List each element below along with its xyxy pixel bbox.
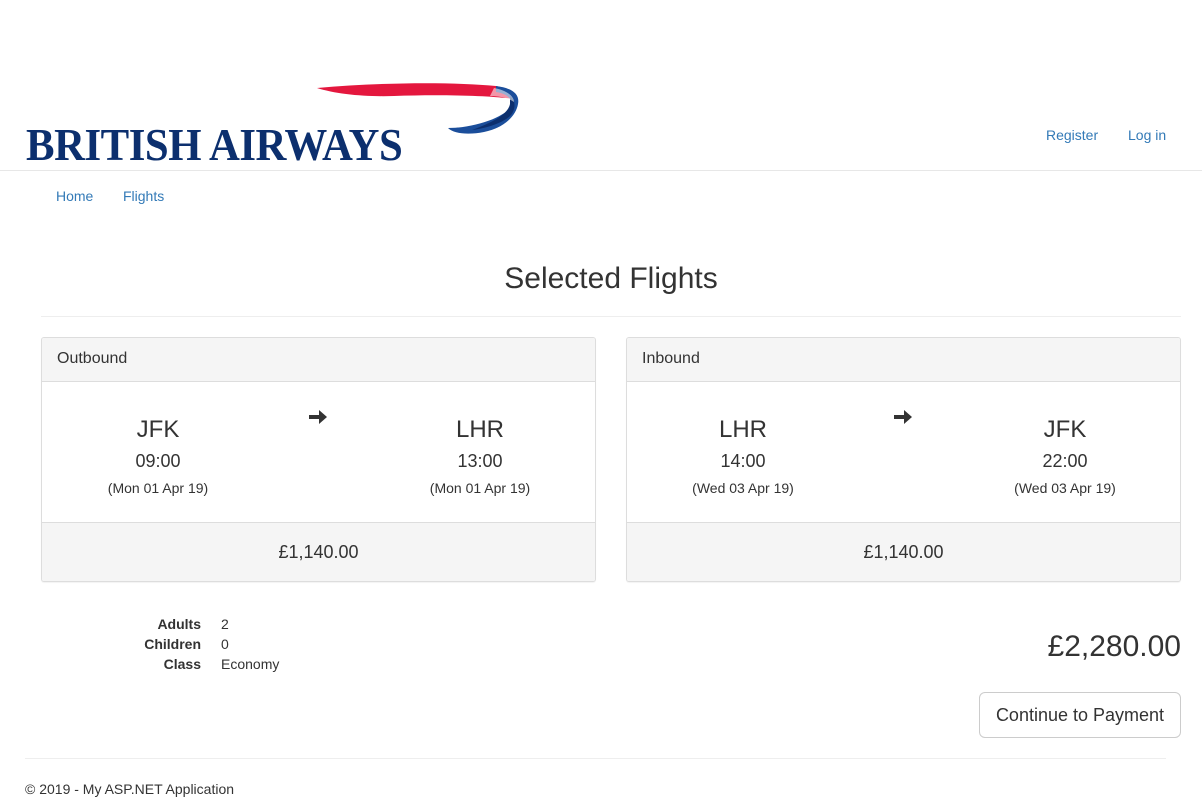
total-price: £2,280.00 (1047, 630, 1181, 663)
children-row: Children 0 (100, 634, 400, 654)
register-link[interactable]: Register (1046, 127, 1098, 143)
title-divider (41, 316, 1181, 317)
outbound-departure: JFK 09:00 (Mon 01 Apr 19) (43, 416, 273, 497)
adults-label: Adults (157, 616, 201, 632)
outbound-arrival: LHR 13:00 (Mon 01 Apr 19) (365, 416, 595, 497)
departure-date: (Mon 01 Apr 19) (107, 480, 209, 496)
arrival-airport-code: JFK (1043, 416, 1087, 443)
inbound-departure: LHR 14:00 (Wed 03 Apr 19) (628, 416, 858, 497)
outbound-heading: Outbound (42, 338, 595, 382)
arrival-time: 13:00 (457, 451, 503, 471)
departure-time: 09:00 (135, 451, 181, 471)
continue-to-payment-button[interactable]: Continue to Payment (979, 692, 1181, 738)
departure-time: 14:00 (720, 451, 766, 471)
arrival-date: (Wed 03 Apr 19) (1014, 480, 1116, 496)
departure-airport-code: JFK (136, 416, 180, 443)
british-airways-logo[interactable]: BRITISH AIRWAYS (24, 80, 524, 170)
inbound-details: LHR 14:00 (Wed 03 Apr 19) JFK 22:00 (Wed… (627, 382, 1180, 522)
logo-wordmark: BRITISH AIRWAYS (26, 119, 403, 170)
class-value: Economy (221, 656, 280, 672)
arrival-date: (Mon 01 Apr 19) (429, 480, 531, 496)
outbound-flight-panel: Outbound JFK 09:00 (Mon 01 Apr 19) LHR 1… (41, 337, 596, 582)
departure-airport-code: LHR (718, 416, 767, 443)
nav-home[interactable]: Home (56, 188, 93, 204)
nav-flights[interactable]: Flights (123, 188, 164, 204)
class-label: Class (163, 656, 201, 672)
adults-row: Adults 2 (100, 614, 400, 634)
outbound-details: JFK 09:00 (Mon 01 Apr 19) LHR 13:00 (Mon… (42, 382, 595, 522)
page-title: Selected Flights (504, 262, 718, 295)
arrival-airport-code: LHR (455, 416, 504, 443)
departure-date: (Wed 03 Apr 19) (692, 480, 794, 496)
top-navbar: BRITISH AIRWAYS Register Log in (0, 0, 1202, 171)
inbound-arrival: JFK 22:00 (Wed 03 Apr 19) (950, 416, 1180, 497)
inbound-flight-panel: Inbound LHR 14:00 (Wed 03 Apr 19) JFK 22… (626, 337, 1181, 582)
arrow-right-icon (309, 410, 327, 424)
arrival-time: 22:00 (1042, 451, 1088, 471)
children-label: Children (144, 636, 201, 652)
inbound-heading: Inbound (627, 338, 1180, 382)
outbound-price: £1,140.00 (42, 522, 595, 581)
adults-value: 2 (221, 616, 229, 632)
children-value: 0 (221, 636, 229, 652)
passenger-summary: Adults 2 Children 0 Class Economy (100, 614, 400, 674)
class-row: Class Economy (100, 654, 400, 674)
login-link[interactable]: Log in (1128, 127, 1166, 143)
footer-divider (25, 758, 1166, 759)
inbound-price: £1,140.00 (627, 522, 1180, 581)
footer-copyright: © 2019 - My ASP.NET Application (25, 781, 235, 797)
arrow-right-icon (894, 410, 912, 424)
